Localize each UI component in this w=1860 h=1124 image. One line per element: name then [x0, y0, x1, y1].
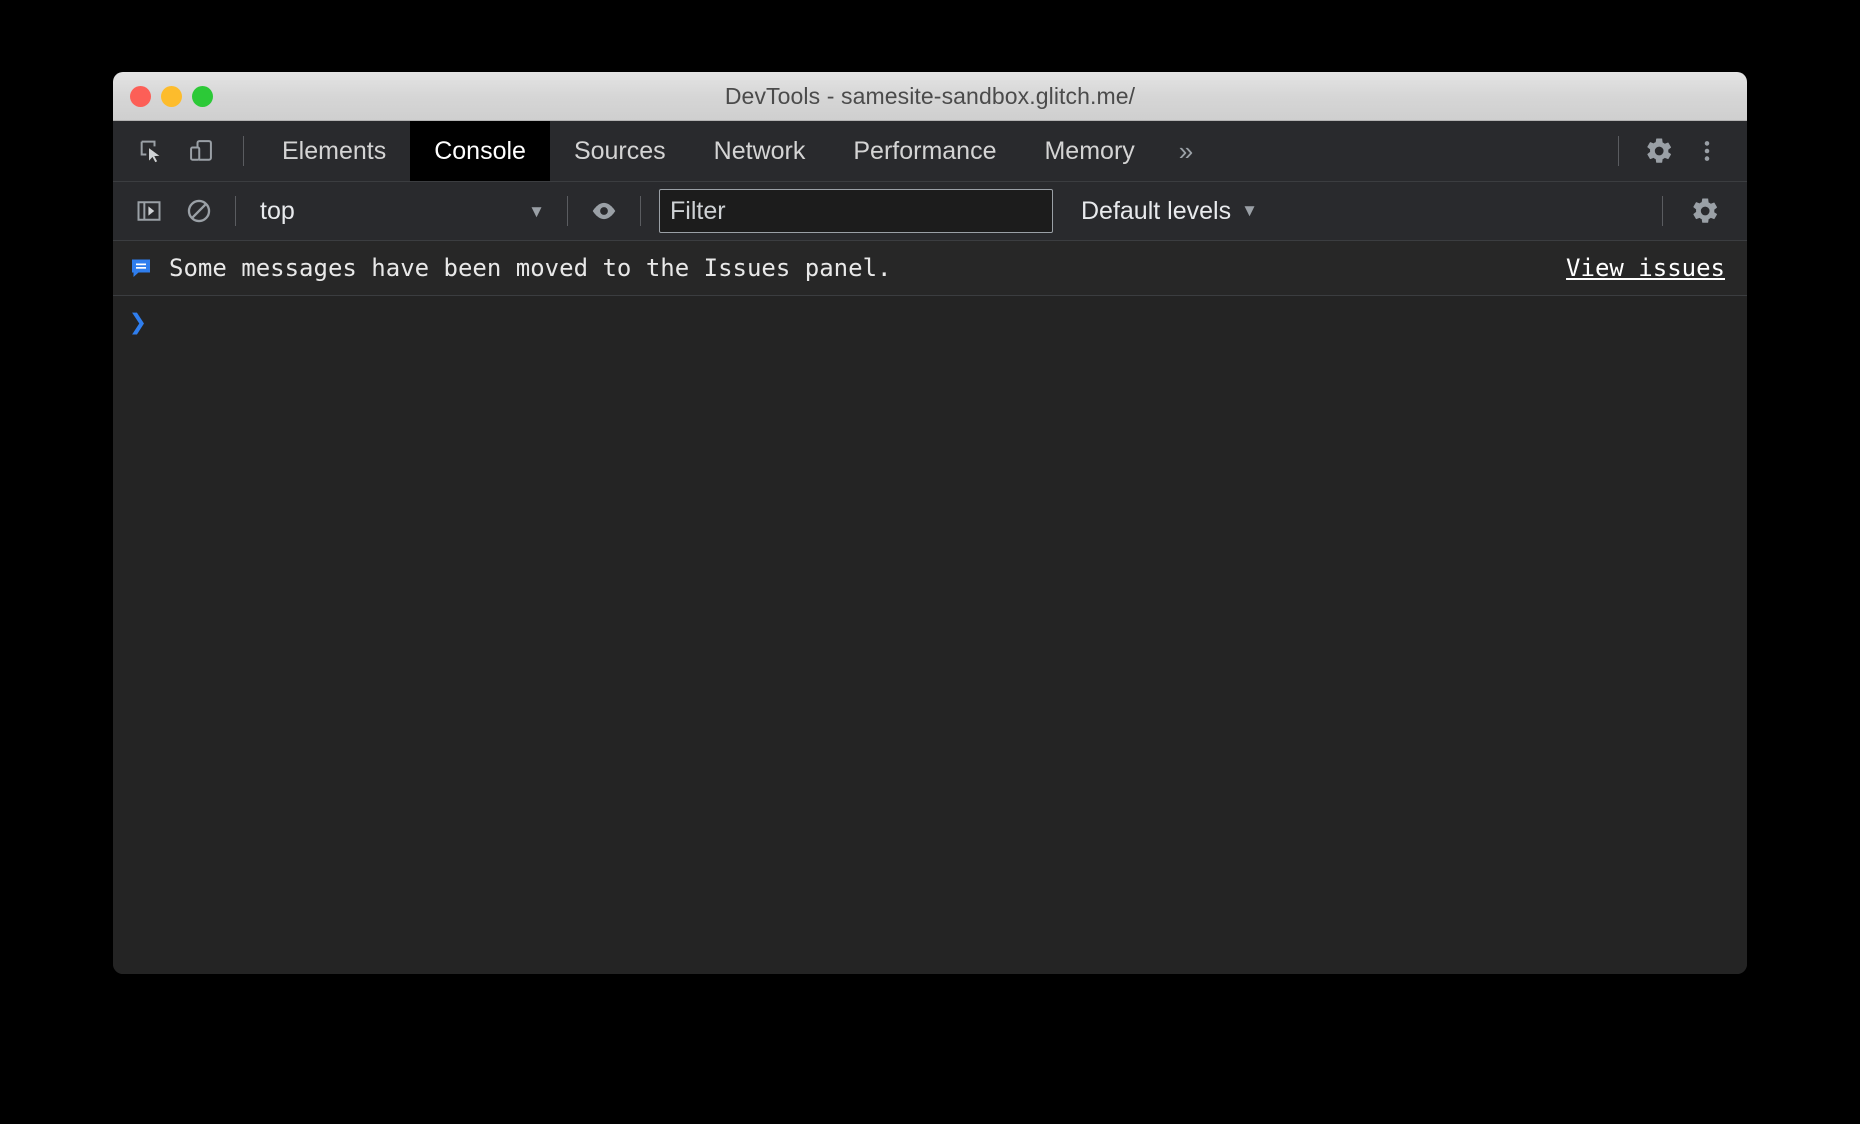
console-sidebar-toggle-icon[interactable]: [127, 189, 171, 233]
title-bar: DevTools - samesite-sandbox.glitch.me/: [113, 72, 1747, 121]
devtools-settings-gear-icon[interactable]: [1637, 129, 1681, 173]
chevron-down-icon: ▼: [528, 203, 545, 220]
execution-context-selector[interactable]: top ▼: [250, 192, 553, 230]
log-levels-dropdown[interactable]: Default levels ▼: [1073, 197, 1266, 226]
panel-tabs: Elements Console Sources Network Perform…: [258, 121, 1213, 181]
device-toolbar-icon[interactable]: [179, 129, 223, 173]
console-prompt-caret-icon: ❯: [129, 308, 147, 338]
tab-elements-label: Elements: [282, 137, 386, 166]
console-toolbar-divider-2: [567, 196, 568, 226]
log-levels-value: Default levels: [1081, 197, 1231, 226]
tab-bar-divider: [243, 136, 244, 166]
maximize-window-button[interactable]: [192, 86, 213, 107]
tab-bar-actions-divider: [1618, 136, 1619, 166]
tab-console-label: Console: [434, 137, 526, 166]
clear-console-icon[interactable]: [177, 189, 221, 233]
tab-memory-label: Memory: [1044, 137, 1134, 166]
console-message-area[interactable]: Some messages have been moved to the Iss…: [113, 241, 1747, 974]
console-message-row[interactable]: Some messages have been moved to the Iss…: [113, 241, 1747, 296]
console-toolbar-divider-3: [640, 196, 641, 226]
console-filter-input[interactable]: Filter: [659, 189, 1053, 233]
devtools-tab-bar: Elements Console Sources Network Perform…: [113, 121, 1747, 181]
view-issues-link[interactable]: View issues: [1566, 254, 1725, 282]
tab-performance[interactable]: Performance: [829, 121, 1020, 181]
tab-bar-actions: [1604, 121, 1747, 181]
console-toolbar-divider-1: [235, 196, 236, 226]
more-tabs-button[interactable]: »: [1159, 121, 1213, 181]
console-prompt-row[interactable]: ❯: [113, 296, 1747, 356]
issues-info-icon: [129, 256, 159, 280]
execution-context-value: top: [260, 197, 295, 226]
tab-console[interactable]: Console: [410, 121, 550, 181]
devtools-window: DevTools - samesite-sandbox.glitch.me/: [113, 72, 1747, 974]
console-settings-gear-icon[interactable]: [1683, 189, 1727, 233]
minimize-window-button[interactable]: [161, 86, 182, 107]
console-toolbar-actions: [1648, 189, 1735, 233]
tab-elements[interactable]: Elements: [258, 121, 410, 181]
console-toolbar-divider-4: [1662, 196, 1663, 226]
live-expression-eye-icon[interactable]: [582, 189, 626, 233]
console-toolbar: top ▼ Filter Default levels ▼: [113, 181, 1747, 241]
tab-sources[interactable]: Sources: [550, 121, 690, 181]
tab-bar-tool-icons: [113, 121, 258, 181]
tab-network[interactable]: Network: [690, 121, 830, 181]
tab-memory[interactable]: Memory: [1020, 121, 1158, 181]
tab-sources-label: Sources: [574, 137, 666, 166]
inspect-element-icon[interactable]: [129, 129, 173, 173]
window-title: DevTools - samesite-sandbox.glitch.me/: [113, 83, 1747, 110]
window-controls: [130, 72, 213, 120]
close-window-button[interactable]: [130, 86, 151, 107]
screenshot-root: DevTools - samesite-sandbox.glitch.me/: [0, 0, 1860, 1124]
console-filter-placeholder: Filter: [670, 197, 726, 226]
chevron-double-right-icon: »: [1179, 136, 1193, 167]
tab-network-label: Network: [714, 137, 806, 166]
console-message-text: Some messages have been moved to the Iss…: [169, 254, 891, 282]
devtools-main-menu-kebab-icon[interactable]: [1685, 129, 1729, 173]
tab-performance-label: Performance: [853, 137, 996, 166]
chevron-down-icon: ▼: [1241, 201, 1258, 221]
